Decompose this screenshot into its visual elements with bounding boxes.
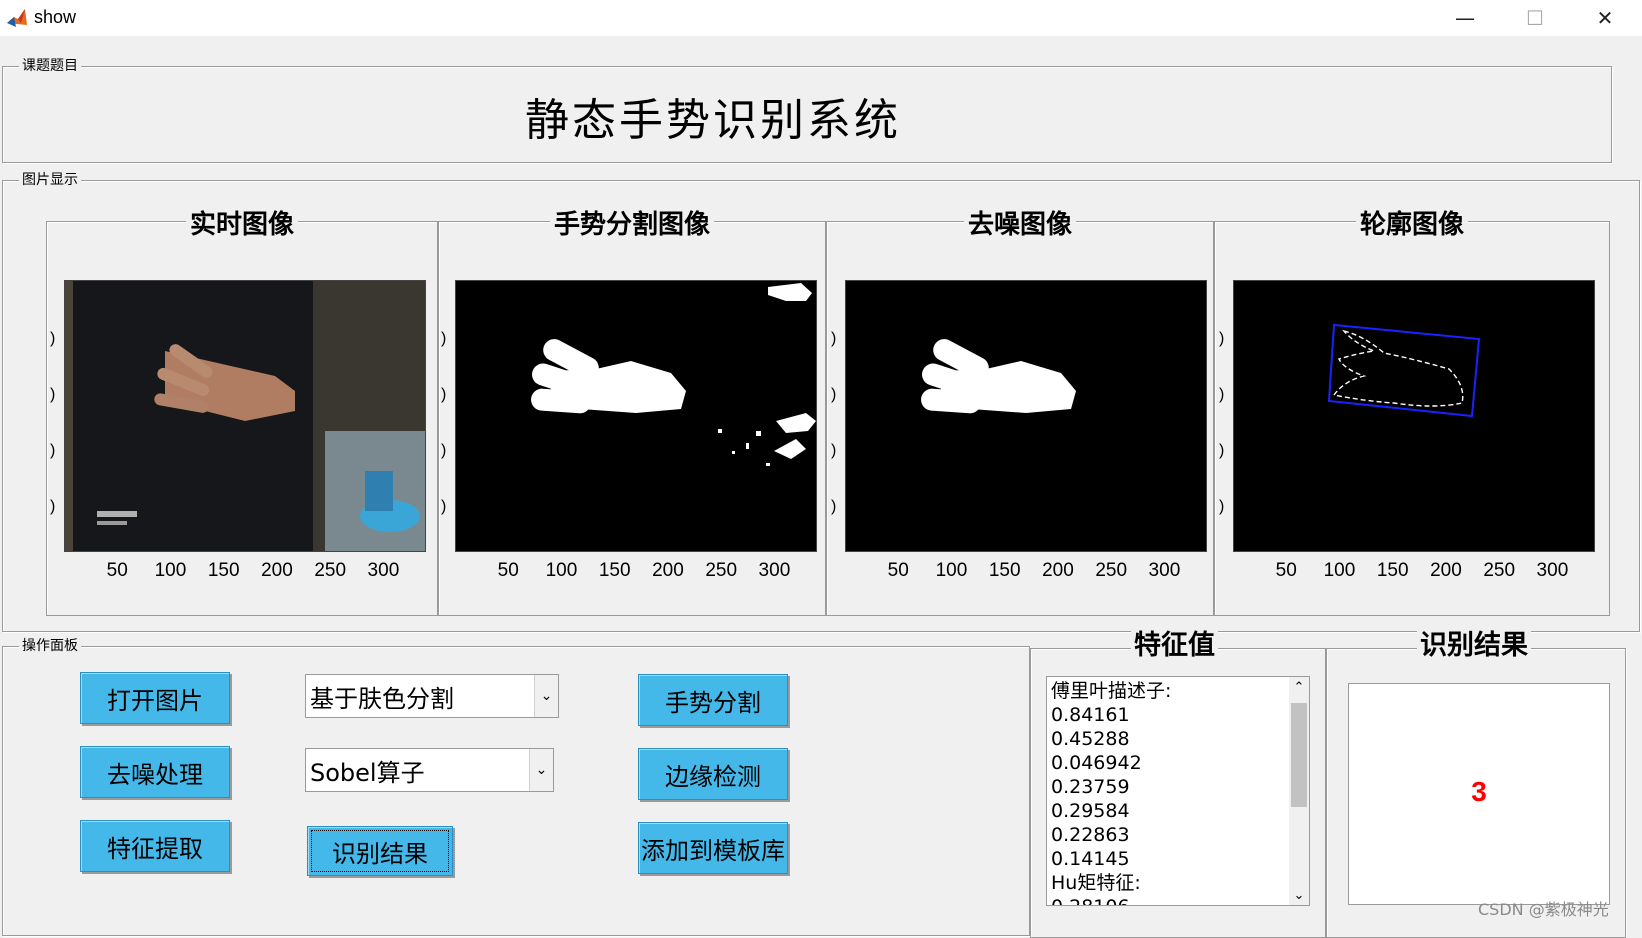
feature-list-item: 0.45288 (1051, 728, 1130, 750)
x-tick-label: 300 (367, 560, 400, 581)
y-tick-label: ) (50, 498, 56, 515)
segmentation-method-value: 基于肤色分割 (310, 684, 454, 713)
chevron-down-icon[interactable]: ⌄ (534, 675, 558, 717)
y-tick-label: ) (1219, 330, 1225, 347)
axes-title-realtime: 实时图像 (185, 210, 298, 240)
x-tick-label: 150 (207, 560, 240, 581)
y-tick-label: ) (50, 386, 56, 403)
maximize-button[interactable]: ☐ (1500, 0, 1570, 36)
y-tick-label: ) (50, 330, 56, 347)
page-title: 静态手势识别系统 (525, 95, 901, 146)
x-tick-label: 300 (1536, 560, 1569, 581)
feature-list-item: 傅里叶描述子: (1051, 680, 1172, 702)
axes-title-segmentation: 手势分割图像 (549, 210, 714, 240)
result-panel-label: 识别结果 (1417, 631, 1531, 661)
minimize-button[interactable]: — (1430, 0, 1500, 36)
y-tick-label: ) (831, 386, 837, 403)
close-button[interactable]: ✕ (1570, 0, 1640, 36)
image-panel-label: 图片显示 (19, 172, 81, 188)
x-tick-label: 200 (1042, 560, 1074, 581)
chevron-down-icon[interactable]: ⌄ (1289, 885, 1309, 905)
x-tick-label: 250 (705, 560, 738, 581)
feature-list-item: 0.046942 (1051, 752, 1142, 774)
x-tick-label: 100 (545, 560, 578, 581)
y-tick-label: ) (831, 498, 837, 515)
x-tick-label: 300 (1148, 560, 1181, 581)
window-title: show (34, 7, 77, 27)
feature-list-item: 0.22863 (1051, 824, 1130, 846)
feature-list-item: 0.84161 (1051, 704, 1130, 726)
y-tick-label: ) (831, 442, 837, 459)
matlab-icon (7, 9, 27, 27)
x-tick-label: 250 (1095, 560, 1128, 581)
feature-panel-label: 特征值 (1131, 631, 1218, 661)
x-tick-label: 100 (1323, 560, 1356, 581)
x-tick-label: 50 (497, 560, 519, 581)
y-tick-label: ) (441, 330, 447, 347)
feature-list-item: 0.28106 (1051, 895, 1171, 905)
x-tick-label: 150 (988, 560, 1021, 581)
x-tick-label: 100 (154, 560, 187, 581)
ops-panel-label: 操作面板 (19, 638, 81, 654)
x-tick-label: 250 (314, 560, 347, 581)
x-tick-label: 200 (261, 560, 293, 581)
recognize-button[interactable]: 识别结果 (307, 826, 453, 876)
feature-list-item: 0.23759 (1051, 776, 1130, 798)
title-bar: show — ☐ ✕ (0, 0, 1642, 36)
x-tick-label: 100 (935, 560, 968, 581)
add-template-button[interactable]: 添加到模板库 (638, 822, 788, 874)
x-tick-label: 150 (1376, 560, 1409, 581)
segment-button[interactable]: 手势分割 (638, 674, 788, 726)
y-tick-label: ) (1219, 498, 1225, 515)
feature-extract-button[interactable]: 特征提取 (80, 820, 230, 872)
chevron-down-icon[interactable]: ⌄ (529, 749, 553, 791)
x-tick-label: 300 (758, 560, 791, 581)
y-tick-label: ) (441, 442, 447, 459)
segmentation-method-select[interactable]: 基于肤色分割 ⌄ (305, 674, 559, 718)
contour-image (1233, 280, 1595, 552)
x-tick-label: 150 (598, 560, 631, 581)
edge-operator-value: Sobel算子 (310, 758, 425, 787)
feature-list: 傅里叶描述子: 0.84161 0.45288 0.046942 0.23759 0.29… (1051, 679, 1172, 905)
chevron-up-icon[interactable]: ⌃ (1289, 677, 1309, 697)
x-tick-label: 50 (106, 560, 128, 581)
y-tick-label: ) (441, 498, 447, 515)
x-tick-label: 200 (652, 560, 684, 581)
y-tick-label: ) (831, 330, 837, 347)
x-tick-label: 200 (1430, 560, 1462, 581)
result-value: 3 (1471, 776, 1487, 807)
feature-list-item: 0.14145 (1051, 848, 1130, 870)
edge-operator-select[interactable]: Sobel算子 ⌄ (305, 748, 554, 792)
x-tick-label: 250 (1483, 560, 1516, 581)
topic-panel-label: 课题题目 (19, 58, 81, 74)
feature-list-item: Hu矩特征: (1051, 872, 1141, 894)
app-window: show — ☐ ✕ 课题题目 静态手势识别系统 图片显示 实时图像 手势分割图… (0, 0, 1642, 938)
realtime-image (64, 280, 426, 552)
denoise-button[interactable]: 去噪处理 (80, 746, 230, 798)
edge-detect-button[interactable]: 边缘检测 (638, 748, 788, 800)
axes-title-contour: 轮廓图像 (1355, 210, 1468, 240)
result-display: 3 (1348, 683, 1610, 905)
y-tick-label: ) (1219, 442, 1225, 459)
x-tick-label: 50 (1275, 560, 1297, 581)
y-tick-label: ) (50, 442, 56, 459)
segmentation-image (455, 280, 817, 552)
scrollbar-thumb[interactable] (1291, 703, 1307, 807)
open-image-button[interactable]: 打开图片 (80, 672, 230, 724)
axes-title-denoise: 去噪图像 (963, 210, 1076, 240)
feature-list-item: 0.29584 (1051, 800, 1130, 822)
watermark: CSDN @紫极神光 (1478, 900, 1609, 919)
denoise-image (845, 280, 1207, 552)
feature-listbox[interactable]: 傅里叶描述子: 0.84161 0.45288 0.046942 0.23759 0.29… (1046, 676, 1310, 906)
x-tick-label: 50 (887, 560, 909, 581)
y-tick-label: ) (441, 386, 447, 403)
y-tick-label: ) (1219, 386, 1225, 403)
scrollbar[interactable]: ⌃ ⌄ (1289, 677, 1309, 905)
